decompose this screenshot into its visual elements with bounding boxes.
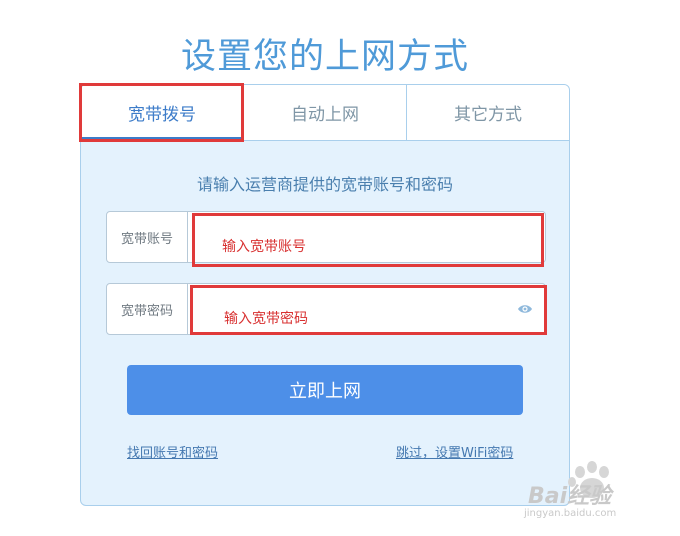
- form-hint: 请输入运营商提供的宽带账号和密码: [196, 175, 453, 194]
- page-title: 设置您的上网方式: [180, 37, 469, 77]
- tab-highlight-box: [79, 83, 244, 142]
- skip-wifi-link[interactable]: 跳过，设置WiFi密码: [396, 442, 513, 461]
- connect-button[interactable]: 立即上网: [127, 365, 523, 415]
- tab-other[interactable]: 其它方式: [407, 85, 569, 140]
- tab-dhcp[interactable]: 自动上网: [244, 85, 407, 140]
- account-label: 宽带账号: [107, 212, 188, 262]
- account-annotation: 输入宽带账号: [222, 239, 306, 255]
- watermark-url: jingyan.baidu.com: [524, 508, 617, 519]
- password-annotation: 输入宽带密码: [224, 311, 308, 327]
- password-label: 宽带密码: [107, 284, 188, 334]
- recover-link[interactable]: 找回账号和密码: [127, 442, 218, 461]
- watermark-brand: Bai经验: [528, 484, 612, 509]
